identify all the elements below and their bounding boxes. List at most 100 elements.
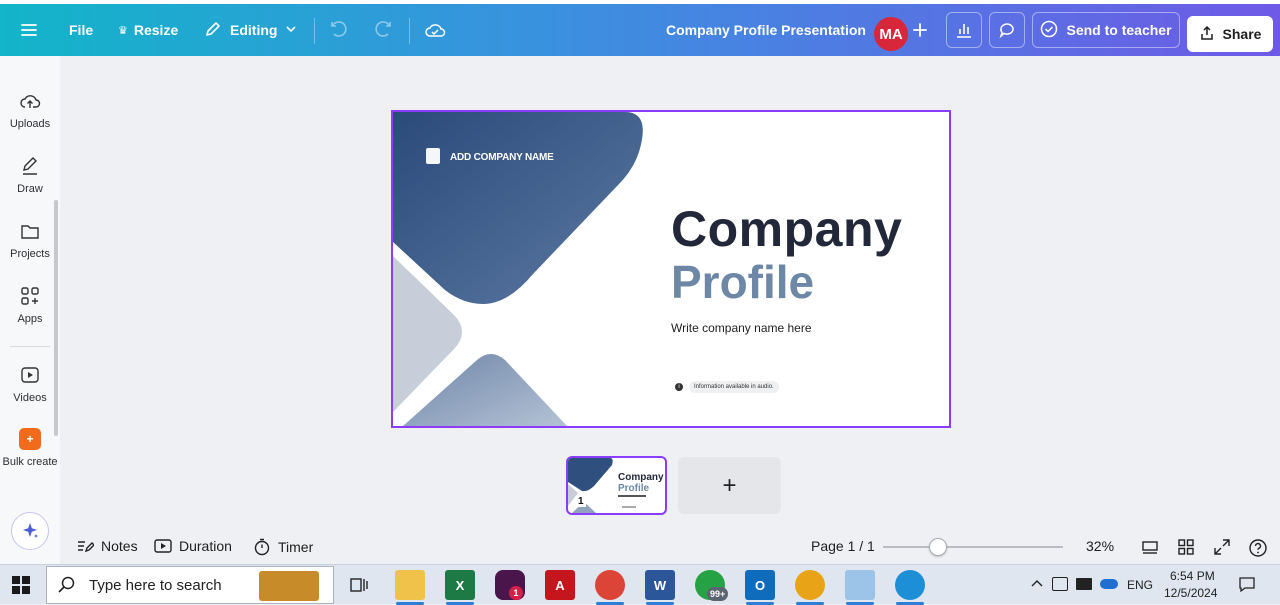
sidebar-divider [10,346,50,347]
company-name-text[interactable]: ADD COMPANY NAME [450,152,554,163]
play-box-icon [154,539,172,553]
resize-label: Resize [133,22,179,38]
toolbar-divider [409,18,410,44]
top-toolbar: File ♛ Resize Editing Company Profile Pr… [0,0,1280,56]
battery-icon[interactable] [1076,578,1092,590]
thumbnail-info-line [622,506,636,508]
sidebar-item-label: Apps [17,313,43,325]
zoom-slider-track[interactable] [883,546,1063,548]
grid-view-icon[interactable] [1177,538,1195,556]
excel-icon[interactable]: X [445,570,475,600]
add-page-button[interactable]: + [678,457,781,514]
pen-icon [23,157,37,175]
sidebar-item-bulk-create[interactable]: + Bulk create [0,428,60,468]
word-icon[interactable]: W [645,570,675,600]
cloud-save-icon[interactable] [424,12,446,48]
left-sidebar: Uploads Draw Projects Apps Videos + Bulk… [0,56,60,564]
page-thumbnail[interactable]: Company Profile 1 [566,456,667,515]
duration-label: Duration [179,538,232,554]
share-button[interactable]: Share [1187,16,1273,52]
paint-icon[interactable] [845,570,875,600]
sidebar-item-uploads[interactable]: Uploads [0,90,60,130]
slide-canvas[interactable]: ADD COMPANY NAME Company Profile Write c… [391,110,951,428]
slack-icon[interactable]: 1 [495,570,525,600]
timer-label: Timer [278,539,314,555]
zoom-level[interactable]: 32% [1086,538,1114,554]
whatsapp-icon[interactable]: 99+ [695,570,729,601]
audio-info-text[interactable]: Information available in audio. [689,381,779,393]
sidebar-item-projects[interactable]: Projects [0,220,60,260]
acrobat-icon[interactable]: A [545,570,575,600]
page-indicator[interactable]: Page 1 / 1 [811,538,875,554]
editing-mode-dropdown[interactable]: Editing [204,12,297,48]
windows-taskbar: Type here to search X 1 A W 99+ O ENG 6:… [0,564,1280,605]
thumbnail-title-line2: Profile [618,483,650,494]
task-view-icon[interactable] [344,570,374,600]
magic-assistant-button[interactable] [11,512,49,550]
help-icon[interactable] [1248,538,1268,558]
comment-icon[interactable] [989,12,1025,48]
briefcase-icon [259,571,319,601]
notification-icon[interactable] [1238,575,1256,598]
undo-icon[interactable] [330,12,350,48]
folder-icon [21,225,39,239]
edge-icon[interactable] [895,570,925,600]
timer-button[interactable]: Timer [253,538,313,556]
pencil-icon [204,20,222,41]
slack-badge: 1 [509,586,523,600]
sidebar-item-videos[interactable]: Videos [0,364,60,404]
fullscreen-icon[interactable] [1213,538,1231,556]
video-play-icon [21,367,39,383]
search-placeholder: Type here to search [89,576,222,594]
slide-title-line1[interactable]: Company [671,200,902,258]
document-title[interactable]: Company Profile Presentation [666,12,866,48]
chrome-profile-m-icon[interactable] [595,570,625,600]
page-view-icon[interactable] [1141,538,1159,556]
sidebar-item-label: Videos [13,392,47,404]
stopwatch-icon [254,538,270,556]
slide-title-line2[interactable]: Profile [671,255,814,309]
taskbar-search-input[interactable]: Type here to search [46,566,334,604]
upload-cloud-icon [20,95,41,108]
onedrive-icon[interactable] [1100,579,1118,589]
chrome-icon[interactable] [795,570,825,600]
analytics-icon[interactable] [946,12,982,48]
zoom-slider-handle[interactable] [929,538,947,556]
notes-button[interactable]: Notes [76,538,138,554]
sidebar-scrollbar[interactable] [54,200,58,436]
add-collaborator-icon[interactable] [909,12,931,48]
hamburger-menu-icon[interactable] [18,12,40,48]
duration-button[interactable]: Duration [154,538,232,554]
editing-label: Editing [230,22,278,38]
chevron-up-icon[interactable] [1030,577,1044,596]
chevron-down-icon [285,22,297,38]
send-label: Send to teacher [1066,22,1172,38]
send-to-teacher-button[interactable]: Send to teacher [1032,12,1180,48]
network-icon[interactable] [1052,577,1068,591]
thumbnail-title-line1: Company [618,472,664,483]
notes-icon [78,541,94,553]
logo-mark [426,148,440,164]
clock-time[interactable]: 6:54 PM [1170,569,1215,583]
redo-icon[interactable] [372,12,392,48]
upload-share-icon [1199,25,1215,44]
resize-button[interactable]: ♛ Resize [118,12,178,48]
share-label: Share [1222,26,1262,42]
outlook-icon[interactable]: O [745,570,775,600]
windows-start-icon[interactable] [12,576,30,599]
language-indicator[interactable]: ENG [1127,578,1153,592]
file-explorer-icon[interactable] [395,570,425,600]
sparkle-icon [23,523,38,538]
slide-subtitle[interactable]: Write company name here [671,321,812,335]
avatar[interactable]: MA [874,17,908,51]
sidebar-item-apps[interactable]: Apps [0,285,60,325]
toolbar-divider [314,18,315,44]
sidebar-item-draw[interactable]: Draw [0,155,60,195]
file-menu-button[interactable]: File [69,12,93,48]
apps-grid-icon [21,287,39,305]
clock-date[interactable]: 12/5/2024 [1164,586,1217,600]
bottom-toolbar: Notes Duration Timer Page 1 / 1 32% [60,530,1280,564]
search-icon [58,576,75,593]
sidebar-item-label: Projects [10,248,50,260]
notes-label: Notes [101,538,138,554]
